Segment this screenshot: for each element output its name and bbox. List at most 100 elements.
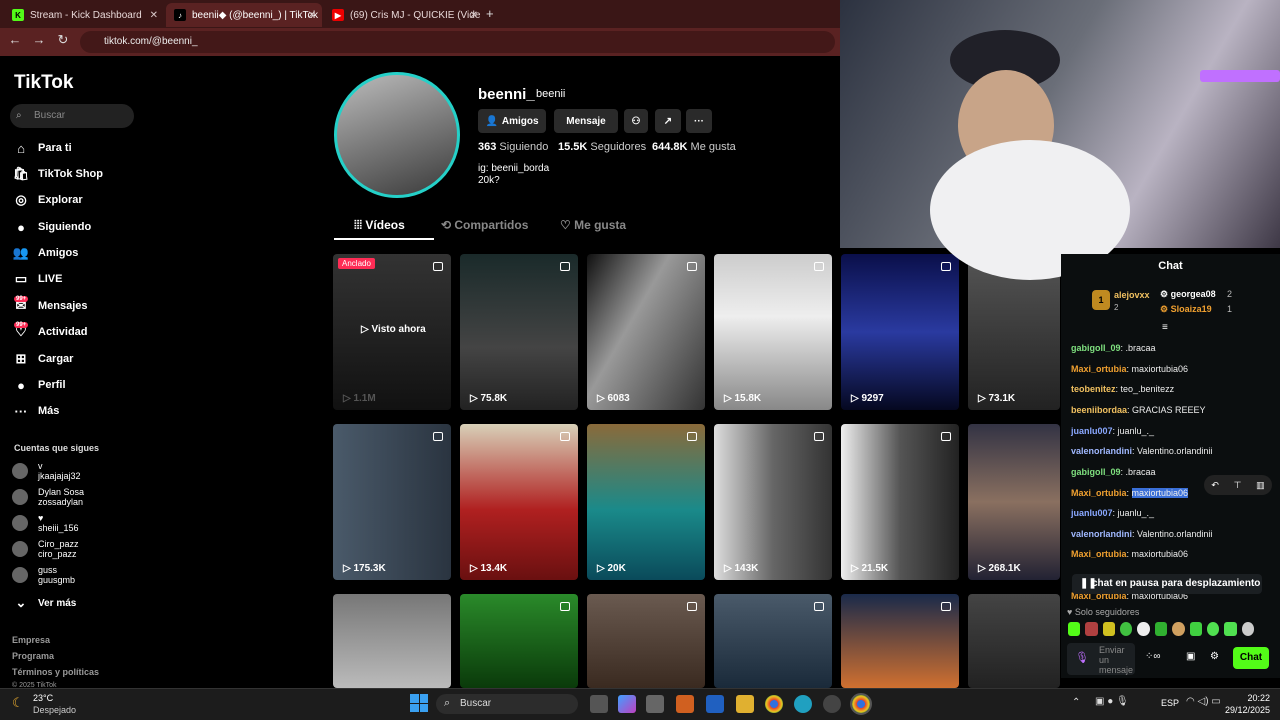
mail-icon[interactable]: [706, 695, 724, 713]
language-indicator[interactable]: ESP: [1161, 698, 1179, 708]
send-chat-button[interactable]: Chat: [1233, 647, 1269, 669]
video-thumbnail[interactable]: [841, 594, 959, 688]
see-more-link[interactable]: ⌄ Ver más: [12, 592, 77, 614]
copilot-icon[interactable]: [618, 695, 636, 713]
emoji-icon[interactable]: ⁘∞: [1145, 651, 1161, 662]
emote-icon[interactable]: [1085, 622, 1098, 636]
nav-explorar[interactable]: ◎ Explorar: [12, 189, 82, 211]
emote-icon[interactable]: [1068, 622, 1081, 636]
message-button[interactable]: Mensaje: [554, 109, 618, 133]
emote-icon[interactable]: [1189, 622, 1202, 636]
network-sound-icons[interactable]: ◠ ◁) ▭: [1186, 696, 1221, 707]
leader-name[interactable]: alejovxx: [1114, 290, 1150, 300]
chat-user[interactable]: Maxi_ortubia: [1071, 364, 1127, 374]
delete-icon[interactable]: ▥: [1256, 480, 1265, 491]
nav-mensajes[interactable]: ✉ 99+ Mensajes: [12, 295, 88, 317]
close-icon[interactable]: ✕: [308, 10, 316, 21]
mic-icon[interactable]: 🎙: [1075, 651, 1089, 664]
emote-icon[interactable]: [1224, 622, 1237, 636]
tab-videos[interactable]: ⦙⦙⦙ Vídeos: [354, 218, 405, 233]
chat-user[interactable]: gabigoll_09: [1071, 467, 1121, 477]
followed-account[interactable]: guss guusgmb: [12, 565, 75, 585]
leader-name[interactable]: ⚙ Sloaiza19: [1160, 304, 1212, 315]
obs-icon[interactable]: [823, 695, 841, 713]
url-input[interactable]: tiktok.com/@beenni_: [80, 31, 835, 53]
friends-button[interactable]: 👤 Amigos: [478, 109, 546, 133]
settings-icon[interactable]: ⚙: [1210, 651, 1219, 662]
reply-icon[interactable]: ↶: [1211, 480, 1219, 491]
emote-bar[interactable]: [1068, 622, 1254, 638]
video-thumbnail[interactable]: ▷ 143K: [714, 424, 832, 580]
nav-amigos[interactable]: 👥 Amigos: [12, 242, 78, 264]
video-thumbnail[interactable]: ▷ 15.8K: [714, 254, 832, 410]
profile-avatar[interactable]: [334, 72, 460, 198]
chat-user[interactable]: valenorlandini: [1071, 446, 1132, 456]
followed-account[interactable]: ♥ sheiii_156: [12, 513, 79, 533]
reload-icon[interactable]: ↻: [54, 32, 72, 48]
more-options-icon[interactable]: ···: [686, 109, 712, 133]
search-input[interactable]: Buscar: [10, 104, 134, 128]
app-icon[interactable]: [676, 695, 694, 713]
emote-icon[interactable]: [1120, 622, 1133, 636]
video-thumbnail[interactable]: [968, 594, 1060, 688]
forward-icon[interactable]: →: [30, 32, 48, 47]
nav-live[interactable]: ▭ LIVE: [12, 268, 63, 290]
footer-link[interactable]: Términos y políticas: [12, 667, 99, 677]
followed-account[interactable]: v jkaajajaj32: [12, 461, 81, 481]
video-thumbnail[interactable]: [460, 594, 578, 688]
tiktok-logo[interactable]: TikTok: [14, 72, 73, 94]
weather-temp[interactable]: 23°C: [33, 693, 53, 703]
file-explorer-icon[interactable]: [736, 695, 754, 713]
tab-tiktok[interactable]: ♪ beenii◆ (@beenni_) | TikTok ✕: [166, 3, 322, 27]
emote-icon[interactable]: [1137, 622, 1150, 636]
chat-user[interactable]: Maxi_ortubia: [1071, 488, 1127, 498]
gift-icon[interactable]: ▣: [1186, 651, 1195, 662]
nav-perfil[interactable]: ● Perfil: [12, 374, 65, 396]
tab-kick[interactable]: K Stream - Kick Dashboard ✕: [4, 3, 164, 27]
emote-icon[interactable]: [1172, 622, 1185, 636]
pin-icon[interactable]: ⊤: [1234, 480, 1242, 491]
video-thumbnail[interactable]: ▷ 13.4K: [460, 424, 578, 580]
back-icon[interactable]: ←: [6, 32, 24, 47]
video-thumbnail[interactable]: [333, 594, 451, 688]
emote-icon[interactable]: [1206, 622, 1220, 636]
followed-account[interactable]: Ciro_pazz ciro_pazz: [12, 539, 79, 559]
chevron-up-icon[interactable]: ⌃: [1072, 697, 1080, 708]
followers-stat[interactable]: 15.5K Seguidores: [558, 141, 646, 153]
nav-shop[interactable]: 🛍 TikTok Shop: [12, 163, 103, 185]
video-thumbnail[interactable]: ▷ 268.1K: [968, 424, 1060, 580]
chrome-active-icon[interactable]: [850, 693, 872, 715]
clock-time[interactable]: 20:22: [1228, 693, 1270, 703]
chat-user[interactable]: juanlu007: [1071, 508, 1113, 518]
nav-cargar[interactable]: ⊞ Cargar: [12, 348, 74, 370]
windows-start-icon[interactable]: [410, 694, 428, 712]
tab-me-gusta[interactable]: ♡ Me gusta: [560, 218, 626, 232]
video-thumbnail[interactable]: ▷ 6083: [587, 254, 705, 410]
video-thumbnail[interactable]: ▷ 175.3K: [333, 424, 451, 580]
chat-user[interactable]: Maxi_ortubia: [1071, 549, 1127, 559]
chrome-icon[interactable]: [765, 695, 783, 713]
following-stat[interactable]: 363 Siguiendo: [478, 141, 548, 153]
nav-para-ti[interactable]: ⌂ Para ti: [12, 137, 72, 159]
task-view-icon[interactable]: [590, 695, 608, 713]
footer-link[interactable]: Programa: [12, 651, 54, 661]
edge-icon[interactable]: [794, 695, 812, 713]
video-thumbnail[interactable]: ▷ 20K: [587, 424, 705, 580]
leader-name[interactable]: ⚙ georgea08: [1160, 289, 1216, 300]
emote-icon[interactable]: [1102, 622, 1116, 636]
video-thumbnail[interactable]: ▷ 9297: [841, 254, 959, 410]
new-tab-icon[interactable]: +: [486, 6, 494, 21]
tab-youtube[interactable]: ▶ (69) Cris MJ - QUICKIE (Vide ✕: [324, 3, 484, 27]
nav-mas[interactable]: ··· Más: [12, 400, 60, 422]
share-icon[interactable]: ↗: [655, 109, 681, 133]
video-thumbnail[interactable]: [714, 594, 832, 688]
chat-user[interactable]: teobenitez: [1071, 384, 1116, 394]
store-icon[interactable]: [646, 695, 664, 713]
nav-actividad[interactable]: ♡ 99+ Actividad: [12, 321, 88, 343]
footer-link[interactable]: Empresa: [12, 635, 50, 645]
add-friend-icon[interactable]: ⚇: [624, 109, 648, 133]
collapse-icon[interactable]: ≡: [1162, 322, 1168, 333]
chat-paused-banner[interactable]: ❚❚ chat en pausa para desplazamiento: [1072, 574, 1262, 594]
taskbar-search[interactable]: Buscar: [436, 694, 578, 714]
tray-icons[interactable]: ▣ ● 🎙: [1095, 696, 1129, 707]
